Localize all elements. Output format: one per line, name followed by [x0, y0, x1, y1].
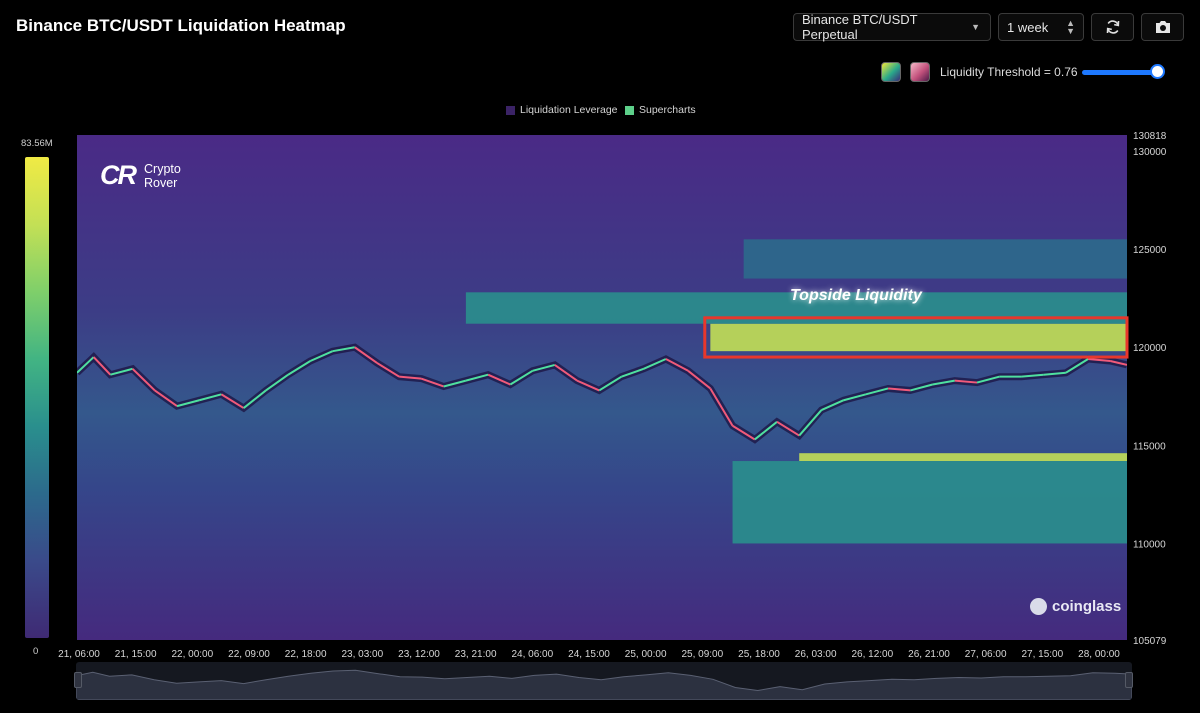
y-tick-label: 110000 — [1133, 539, 1166, 550]
liquidity-band — [710, 323, 1127, 352]
time-navigator[interactable] — [76, 662, 1132, 700]
logo-text: Crypto Rover — [144, 162, 181, 190]
x-tick-label: 25, 18:00 — [738, 649, 780, 660]
x-tick-label: 22, 00:00 — [171, 649, 213, 660]
y-tick-label: 130818 — [1133, 131, 1167, 142]
y-tick-label: 120000 — [1133, 343, 1167, 354]
navigator-right-handle[interactable] — [1125, 672, 1133, 688]
x-tick-label: 21, 06:00 — [58, 649, 100, 660]
y-tick-label: 130000 — [1133, 147, 1167, 158]
x-tick-label: 26, 12:00 — [851, 649, 893, 660]
x-tick-label: 23, 21:00 — [455, 649, 497, 660]
watermark-text: coinglass — [1052, 598, 1122, 615]
liquidity-band — [732, 461, 1127, 544]
x-tick-label: 24, 15:00 — [568, 649, 610, 660]
heatmap-chart[interactable]: 130818 130000 125000 120000 115000 110000 1050… — [0, 0, 1200, 713]
coinglass-logo-icon — [1030, 598, 1047, 615]
navigator-area — [76, 669, 1132, 700]
x-tick-label: 28, 00:00 — [1078, 649, 1120, 660]
logo-mark: CR — [100, 160, 137, 190]
x-tick-label: 25, 00:00 — [625, 649, 667, 660]
x-tick-label: 26, 21:00 — [908, 649, 950, 660]
coinglass-watermark: coinglass — [1030, 598, 1121, 615]
navigator-left-handle[interactable] — [74, 672, 82, 688]
x-tick-label: 25, 09:00 — [681, 649, 723, 660]
logo-line-1: Crypto — [144, 161, 181, 176]
x-tick-label: 22, 09:00 — [228, 649, 270, 660]
x-tick-label: 24, 06:00 — [511, 649, 553, 660]
crypto-rover-logo: CR Crypto Rover — [100, 160, 181, 191]
x-tick-label: 23, 12:00 — [398, 649, 440, 660]
x-tick-label: 26, 03:00 — [795, 649, 837, 660]
x-tick-label: 23, 03:00 — [341, 649, 383, 660]
navigator-series — [76, 669, 1132, 700]
y-tick-label: 115000 — [1133, 441, 1166, 452]
y-tick-label: 125000 — [1133, 245, 1167, 256]
liquidity-band — [799, 453, 1127, 462]
liquidity-band — [743, 239, 1127, 279]
x-tick-label: 27, 06:00 — [965, 649, 1007, 660]
logo-line-2: Rover — [144, 175, 178, 190]
x-tick-label: 22, 18:00 — [285, 649, 327, 660]
topside-liquidity-annotation: Topside Liquidity — [790, 287, 922, 304]
x-tick-label: 21, 15:00 — [115, 649, 157, 660]
y-tick-label: 105079 — [1133, 636, 1167, 647]
x-tick-label: 27, 15:00 — [1021, 649, 1063, 660]
